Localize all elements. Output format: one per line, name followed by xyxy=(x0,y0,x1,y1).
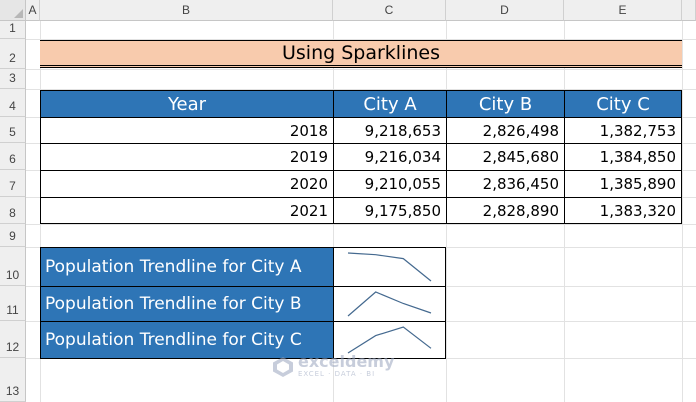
sparkline-cell-city-b[interactable] xyxy=(333,286,446,322)
table-cell-city-a[interactable]: 9,218,653 xyxy=(333,117,447,144)
row-header-2[interactable]: 2 xyxy=(0,39,26,69)
select-all-icon xyxy=(14,9,23,18)
row-header-8[interactable]: 8 xyxy=(0,197,26,224)
column-header-b[interactable]: B xyxy=(40,0,333,21)
row-header-1[interactable]: 1 xyxy=(0,21,26,39)
watermark-name: exceldemy xyxy=(298,352,395,371)
sparkline-label-city-a[interactable]: Population Trendline for City A xyxy=(40,247,334,287)
table-cell-year[interactable]: 2018 xyxy=(40,117,334,144)
column-header-next[interactable] xyxy=(682,0,696,21)
column-header-a[interactable]: A xyxy=(26,0,40,21)
sheet-title[interactable]: Using Sparklines xyxy=(40,40,682,68)
table-cell-city-b[interactable]: 2,845,680 xyxy=(446,143,565,171)
table-cell-city-c[interactable]: 1,383,320 xyxy=(564,197,682,224)
select-all-button[interactable] xyxy=(0,0,26,21)
sparkline-city-b xyxy=(347,291,432,317)
column-header-e[interactable]: E xyxy=(564,0,682,21)
watermark: exceldemy EXCEL · DATA · BI xyxy=(272,354,394,379)
column-header-c[interactable]: C xyxy=(333,0,446,21)
row-header-3[interactable]: 3 xyxy=(0,69,26,89)
sparkline-city-c xyxy=(347,326,432,354)
table-cell-year[interactable]: 2021 xyxy=(40,197,334,224)
row-header-4[interactable]: 4 xyxy=(0,89,26,117)
row-header-12[interactable]: 12 xyxy=(0,321,26,358)
row-header-10[interactable]: 10 xyxy=(0,247,26,286)
sparkline-cell-city-a[interactable] xyxy=(333,247,446,287)
sparkline-chart-city-b xyxy=(347,291,432,317)
exceldemy-logo-icon xyxy=(273,356,293,377)
table-cell-city-a[interactable]: 9,210,055 xyxy=(333,170,447,198)
table-cell-city-b[interactable]: 2,826,498 xyxy=(446,117,565,144)
spreadsheet-grid: A B C D E 1 2 3 4 5 6 7 8 9 10 11 12 13 … xyxy=(0,0,696,402)
row-header-7[interactable]: 7 xyxy=(0,170,26,197)
table-header-city-a[interactable]: City A xyxy=(333,90,447,118)
sparkline-chart-city-a xyxy=(347,252,432,282)
sparkline-city-a xyxy=(347,252,432,282)
table-cell-year[interactable]: 2020 xyxy=(40,170,334,198)
watermark-tagline: EXCEL · DATA · BI xyxy=(298,370,376,378)
table-cell-year[interactable]: 2019 xyxy=(40,143,334,171)
table-cell-city-a[interactable]: 9,216,034 xyxy=(333,143,447,171)
table-cell-city-c[interactable]: 1,384,850 xyxy=(564,143,682,171)
table-cell-city-a[interactable]: 9,175,850 xyxy=(333,197,447,224)
table-header-year[interactable]: Year xyxy=(40,90,334,118)
column-header-d[interactable]: D xyxy=(446,0,564,21)
row-header-5[interactable]: 5 xyxy=(0,117,26,143)
table-cell-city-b[interactable]: 2,828,890 xyxy=(446,197,565,224)
table-cell-city-b[interactable]: 2,836,450 xyxy=(446,170,565,198)
row-header-11[interactable]: 11 xyxy=(0,286,26,321)
table-cell-city-c[interactable]: 1,382,753 xyxy=(564,117,682,144)
table-cell-city-c[interactable]: 1,385,890 xyxy=(564,170,682,198)
row-header-9[interactable]: 9 xyxy=(0,224,26,247)
row-header-13[interactable]: 13 xyxy=(0,358,26,402)
table-header-city-c[interactable]: City C xyxy=(564,90,682,118)
row-header-6[interactable]: 6 xyxy=(0,143,26,170)
sparkline-label-city-b[interactable]: Population Trendline for City B xyxy=(40,286,334,322)
table-header-city-b[interactable]: City B xyxy=(446,90,565,118)
